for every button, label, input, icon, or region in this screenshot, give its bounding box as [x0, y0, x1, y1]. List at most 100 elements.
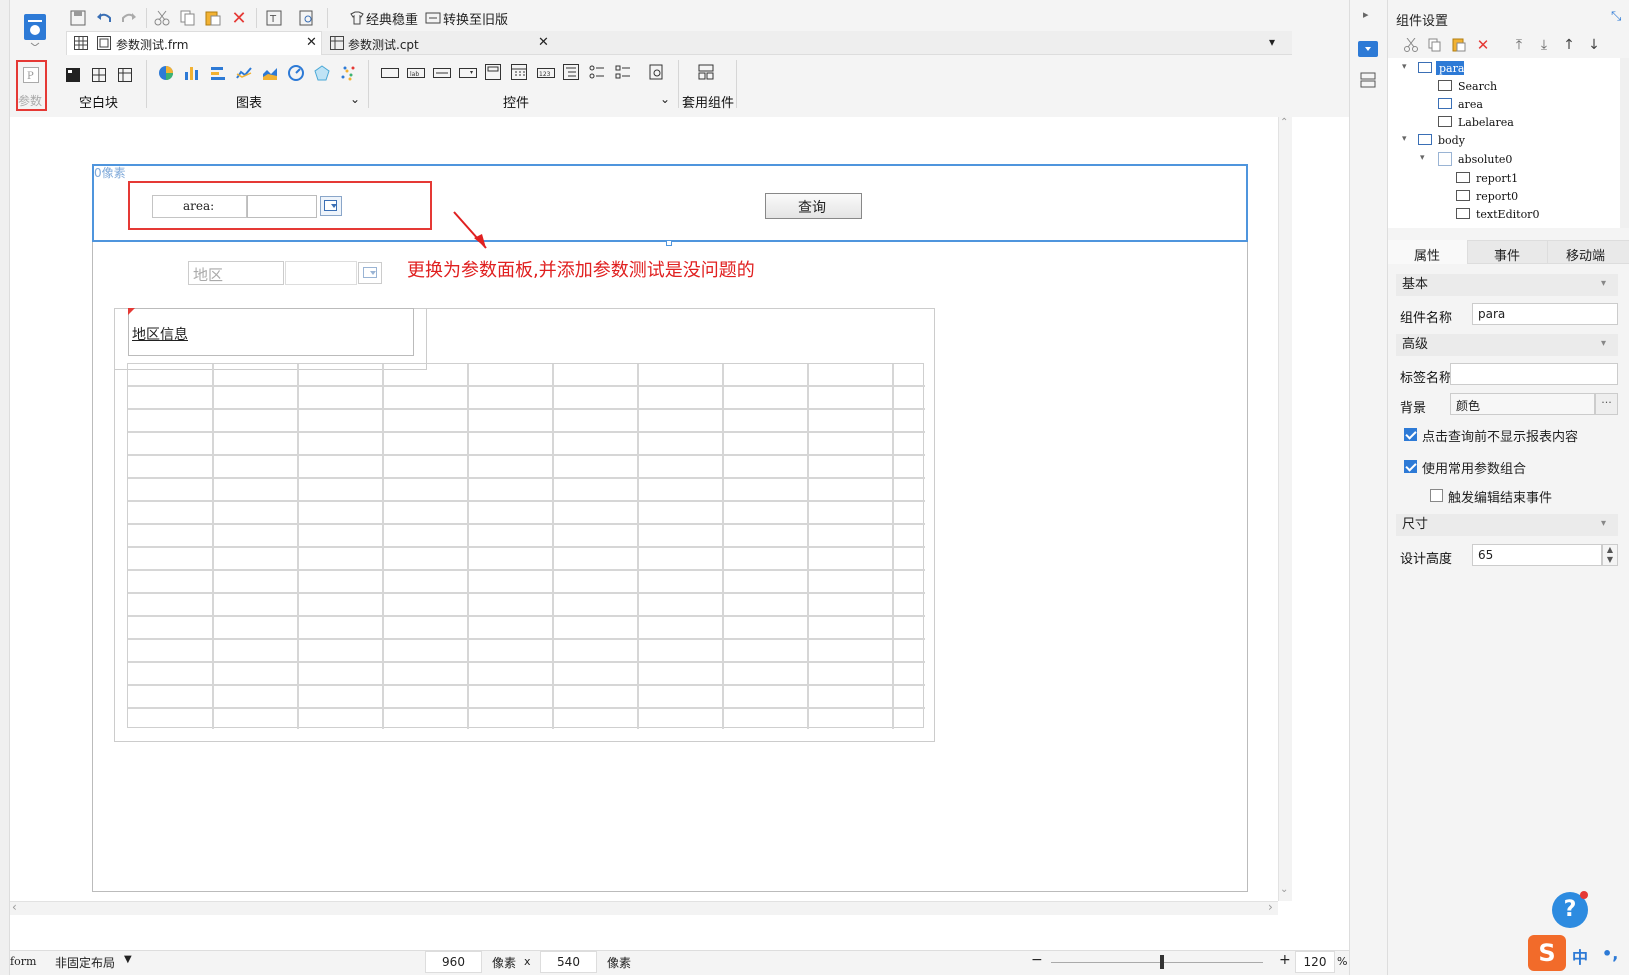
tree-item-body[interactable]: body — [1438, 134, 1465, 147]
preview-icon[interactable] — [297, 8, 317, 28]
blank-block-icon[interactable] — [64, 66, 82, 84]
radar-chart-icon[interactable] — [313, 64, 331, 82]
zoom-slider-thumb[interactable] — [1160, 955, 1164, 969]
pin-icon[interactable]: ⤡ — [1611, 9, 1621, 24]
combo-widget-icon[interactable] — [458, 66, 478, 80]
width-input[interactable]: 960 — [425, 951, 482, 973]
tree-collapse-icon[interactable]: ▾ — [1402, 134, 1407, 144]
chevron-down-icon[interactable]: ▼ — [124, 954, 132, 965]
textbox-widget-icon[interactable] — [432, 66, 452, 80]
horizontal-scrollbar[interactable] — [10, 901, 1278, 915]
tree-item-absolute0[interactable]: absolute0 — [1458, 153, 1512, 166]
height-spinner[interactable]: ▲ ▼ — [1602, 544, 1618, 566]
zoom-out-icon[interactable]: − — [1031, 952, 1043, 968]
report-grid[interactable] — [127, 363, 925, 729]
section-advanced[interactable]: 高级 — [1396, 334, 1618, 356]
convert-old-label[interactable]: 转换至旧版 — [443, 9, 508, 28]
theme-icon[interactable] — [348, 8, 366, 28]
hbar-chart-icon[interactable] — [209, 64, 227, 82]
scroll-up-icon[interactable]: ⌃ — [1280, 117, 1288, 128]
scatter-chart-icon[interactable] — [339, 64, 357, 82]
label-widget-icon[interactable] — [380, 66, 400, 80]
redo-icon[interactable] — [119, 8, 139, 28]
tree-item-report0[interactable]: report0 — [1476, 190, 1518, 203]
convert-icon[interactable] — [424, 8, 442, 28]
edit-end-event-checkbox[interactable] — [1430, 489, 1443, 502]
insert-text-icon[interactable]: T — [264, 8, 284, 28]
checkbox-group-widget-icon[interactable] — [614, 63, 632, 81]
undo-icon[interactable] — [94, 8, 114, 28]
param-label[interactable]: 参数 — [18, 92, 42, 109]
pie-chart-icon[interactable] — [157, 64, 175, 82]
chevron-down-icon[interactable]: ▾ — [1601, 518, 1606, 529]
hide-before-query-checkbox[interactable] — [1404, 428, 1417, 441]
zoom-slider-track[interactable] — [1051, 962, 1263, 963]
tab-frm-label[interactable]: 参数测试.frm — [116, 36, 188, 53]
tree-item-area[interactable]: area — [1458, 98, 1483, 111]
region-input[interactable] — [285, 261, 357, 285]
move-down-icon[interactable]: ↓ — [1585, 36, 1603, 54]
common-params-checkbox[interactable] — [1404, 460, 1417, 473]
layout-panel-icon[interactable] — [1359, 71, 1377, 89]
search-widget-icon[interactable] — [648, 63, 666, 81]
height-input[interactable]: 540 — [540, 951, 597, 973]
bar-chart-icon[interactable] — [183, 64, 201, 82]
date-widget-icon[interactable] — [510, 63, 528, 81]
common-component-icon[interactable] — [697, 63, 715, 81]
tree-item-para[interactable]: para — [1439, 62, 1464, 75]
scroll-left-icon[interactable]: ‹ — [12, 900, 17, 914]
more-options-button[interactable]: ··· — [1595, 393, 1618, 415]
save-icon[interactable] — [68, 8, 88, 28]
list-widget-icon[interactable] — [484, 63, 502, 81]
tab-close-icon[interactable]: ✕ — [538, 35, 549, 50]
cut-icon[interactable] — [152, 8, 172, 28]
resize-handle[interactable] — [666, 240, 672, 246]
move-up-icon[interactable]: ↑ — [1560, 36, 1578, 54]
tree-item-search[interactable]: Search — [1458, 80, 1497, 93]
chevron-down-icon[interactable]: ▾ — [1601, 338, 1606, 349]
tab-close-icon[interactable]: ✕ — [306, 35, 317, 50]
tag-name-input[interactable] — [1450, 363, 1618, 385]
gauge-chart-icon[interactable] — [287, 64, 305, 82]
ime-punctuation-icon[interactable]: •, — [1602, 944, 1618, 963]
zoom-in-icon[interactable]: + — [1279, 952, 1291, 968]
move-top-icon[interactable]: ⤒ — [1510, 36, 1528, 54]
split-block-icon[interactable] — [90, 66, 108, 84]
left-collapse-strip[interactable] — [0, 0, 10, 975]
control-more-icon[interactable]: ⌄ — [660, 92, 670, 106]
delete-icon[interactable]: ✕ — [1474, 36, 1492, 54]
scroll-down-icon[interactable]: ⌄ — [1280, 884, 1288, 895]
number-widget-icon[interactable]: 123 — [536, 66, 556, 80]
paste-icon[interactable] — [1450, 36, 1468, 54]
section-size[interactable]: 尺寸 — [1396, 514, 1618, 536]
delete-icon[interactable]: ✕ — [229, 8, 249, 29]
tree-collapse-icon[interactable]: ▾ — [1402, 62, 1407, 72]
paste-icon[interactable] — [203, 8, 223, 28]
app-menu-icon[interactable] — [20, 10, 50, 48]
tab-cpt-label[interactable]: 参数测试.cpt — [348, 36, 419, 53]
tree-item-labelarea[interactable]: Labelarea — [1458, 116, 1514, 129]
cut-icon[interactable] — [1402, 36, 1420, 54]
chevron-down-icon[interactable]: ▾ — [1601, 278, 1606, 289]
layout-select[interactable]: 非固定布局 — [55, 954, 115, 971]
line-chart-icon[interactable] — [235, 64, 253, 82]
tree-collapse-icon[interactable]: ▾ — [1420, 153, 1425, 163]
scroll-right-icon[interactable]: › — [1268, 900, 1273, 914]
section-basic[interactable]: 基本 — [1396, 274, 1618, 296]
tree-item-texteditor0[interactable]: textEditor0 — [1476, 208, 1539, 221]
tree-scrollbar[interactable] — [1620, 58, 1629, 228]
chart-more-icon[interactable]: ⌄ — [350, 92, 360, 106]
param-icon[interactable]: P — [20, 64, 42, 86]
radio-group-widget-icon[interactable] — [588, 63, 606, 81]
area-chart-icon[interactable] — [261, 64, 279, 82]
expand-arrow-icon[interactable]: ▸ — [1363, 8, 1369, 21]
copy-icon[interactable] — [178, 8, 198, 28]
vertical-scrollbar[interactable] — [1278, 117, 1292, 901]
move-bottom-icon[interactable]: ⤓ — [1535, 36, 1553, 54]
tab-list-dropdown-icon[interactable]: ▾ — [1269, 35, 1275, 49]
table-block-icon[interactable] — [116, 66, 134, 84]
zoom-input[interactable]: 120 — [1295, 951, 1335, 973]
ime-mode-icon[interactable]: 中 — [1572, 944, 1588, 968]
tree-widget-icon[interactable] — [562, 63, 580, 81]
text-widget-icon[interactable]: lab — [406, 66, 426, 80]
